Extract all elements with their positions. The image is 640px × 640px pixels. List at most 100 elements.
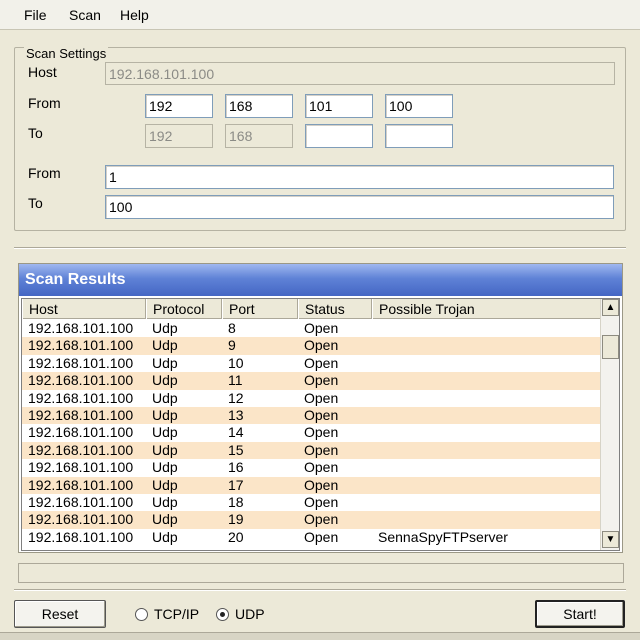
start-button[interactable]: Start!: [535, 600, 625, 628]
cell-status: Open: [304, 354, 339, 371]
scroll-up-arrow-icon[interactable]: ▲: [602, 299, 619, 316]
cell-port: 10: [228, 354, 244, 371]
table-row[interactable]: 192.168.101.100 Udp 9 Open: [22, 337, 602, 355]
cell-host: 192.168.101.100: [28, 528, 134, 545]
results-list[interactable]: Host Protocol Port Status Possible Troja…: [21, 298, 620, 551]
table-row[interactable]: 192.168.101.100 Udp 12 Open: [22, 390, 602, 407]
cell-port: 9: [228, 337, 236, 354]
cell-port: 16: [228, 459, 244, 476]
cell-port: 14: [228, 424, 244, 441]
cell-status: Open: [304, 406, 339, 423]
col-header-port[interactable]: Port: [222, 299, 298, 319]
cell-port: 13: [228, 406, 244, 423]
cell-status: Open: [304, 441, 339, 458]
table-row[interactable]: 192.168.101.100 Udp 10 Open: [22, 355, 602, 372]
cell-port: 18: [228, 493, 244, 510]
radio-tcpip[interactable]: TCP/IP: [135, 606, 199, 622]
table-row[interactable]: 192.168.101.100 Udp 17 Open: [22, 476, 602, 494]
cell-protocol: Udp: [152, 354, 178, 371]
col-header-possible-trojan[interactable]: Possible Trojan: [372, 299, 602, 319]
cell-port: 15: [228, 441, 244, 458]
cell-protocol: Udp: [152, 389, 178, 406]
ip-to-label: To: [28, 125, 43, 141]
menu-scan[interactable]: Scan: [67, 7, 103, 23]
table-row[interactable]: 192.168.101.100 Udp 16 Open: [22, 459, 602, 476]
ip-from-label: From: [28, 95, 61, 111]
menu-file[interactable]: File: [22, 7, 49, 23]
table-row[interactable]: 192.168.101.100 Udp 18 Open: [22, 494, 602, 511]
table-row[interactable]: 192.168.101.100 Udp 15 Open: [22, 441, 602, 460]
cell-protocol: Udp: [152, 476, 178, 493]
table-row[interactable]: 192.168.101.100 Udp 11 Open: [22, 372, 602, 390]
col-header-host[interactable]: Host: [22, 299, 146, 319]
cell-status: Open: [304, 389, 339, 406]
radio-udp-label: UDP: [235, 606, 265, 622]
table-row[interactable]: 192.168.101.100 Udp 13 Open: [22, 406, 602, 425]
port-to-field[interactable]: 100: [105, 195, 614, 219]
table-row[interactable]: 192.168.101.100 Udp 14 Open: [22, 424, 602, 441]
table-row[interactable]: 192.168.101.100 Udp 20 Open SennaSpyFTPserve…: [22, 529, 602, 546]
cell-host: 192.168.101.100: [28, 372, 134, 389]
cell-host: 192.168.101.100: [28, 424, 134, 441]
ip-from-octet-4[interactable]: 100: [385, 94, 453, 118]
ip-from-octet-2[interactable]: 168: [225, 94, 293, 118]
host-field[interactable]: 192.168.101.100: [105, 62, 615, 85]
cell-host: 192.168.101.100: [28, 406, 134, 423]
cell-port: 19: [228, 511, 244, 528]
results-scrollbar[interactable]: ▲ ▼: [600, 299, 619, 550]
port-from-label: From: [28, 165, 61, 181]
col-header-status[interactable]: Status: [298, 299, 372, 319]
cell-host: 192.168.101.100: [28, 511, 134, 528]
cell-status: Open: [304, 493, 339, 510]
cell-status: Open: [304, 528, 339, 545]
ip-to-octet-3[interactable]: [305, 124, 373, 148]
menu-bar: File Scan Help: [0, 0, 640, 30]
ip-to-octet-4[interactable]: [385, 124, 453, 148]
cell-host: 192.168.101.100: [28, 354, 134, 371]
results-list-header: Host Protocol Port Status Possible Troja…: [22, 299, 602, 319]
cell-protocol: Udp: [152, 441, 178, 458]
divider-bottom: [14, 589, 626, 591]
host-label: Host: [28, 64, 57, 80]
radio-tcpip-label: TCP/IP: [154, 606, 200, 622]
scroll-down-arrow-icon[interactable]: ▼: [602, 531, 619, 548]
cell-protocol: Udp: [152, 459, 178, 476]
port-from-field[interactable]: 1: [105, 165, 614, 189]
ip-to-octet-2: 168: [225, 124, 293, 148]
table-row[interactable]: 192.168.101.100 Udp 8 Open: [22, 320, 602, 337]
cell-host: 192.168.101.100: [28, 441, 134, 458]
scan-results-panel: Scan Results Host Protocol Port Status P…: [18, 263, 623, 553]
cell-host: 192.168.101.100: [28, 493, 134, 510]
cell-host: 192.168.101.100: [28, 320, 134, 336]
ip-from-octet-1[interactable]: 192: [145, 94, 213, 118]
cell-port: 20: [228, 528, 244, 545]
cell-status: Open: [304, 320, 339, 336]
cell-protocol: Udp: [152, 493, 178, 510]
cell-protocol: Udp: [152, 406, 178, 423]
cell-port: 17: [228, 476, 244, 493]
cell-host: 192.168.101.100: [28, 389, 134, 406]
cell-status: Open: [304, 459, 339, 476]
status-bar: [18, 563, 624, 583]
cell-status: Open: [304, 511, 339, 528]
scan-results-title: Scan Results: [19, 264, 622, 296]
cell-port: 12: [228, 389, 244, 406]
scroll-thumb[interactable]: [602, 335, 619, 359]
radio-udp-circle[interactable]: [216, 607, 229, 621]
cell-protocol: Udp: [152, 511, 178, 528]
cell-host: 192.168.101.100: [28, 337, 134, 354]
cell-host: 192.168.101.100: [28, 459, 134, 476]
cell-possible-trojan: SennaSpyFTPserver: [378, 528, 508, 545]
radio-udp[interactable]: UDP: [216, 606, 265, 622]
cell-protocol: Udp: [152, 337, 178, 354]
radio-tcpip-circle[interactable]: [135, 607, 148, 621]
col-header-protocol[interactable]: Protocol: [146, 299, 222, 319]
cell-protocol: Udp: [152, 372, 178, 389]
reset-button[interactable]: Reset: [14, 600, 106, 628]
ip-from-octet-3[interactable]: 101: [305, 94, 373, 118]
table-row[interactable]: 192.168.101.100 Udp 19 Open: [22, 511, 602, 529]
ip-to-octet-1: 192: [145, 124, 213, 148]
menu-help[interactable]: Help: [118, 7, 151, 23]
cell-protocol: Udp: [152, 320, 178, 336]
cell-port: 8: [228, 320, 236, 336]
